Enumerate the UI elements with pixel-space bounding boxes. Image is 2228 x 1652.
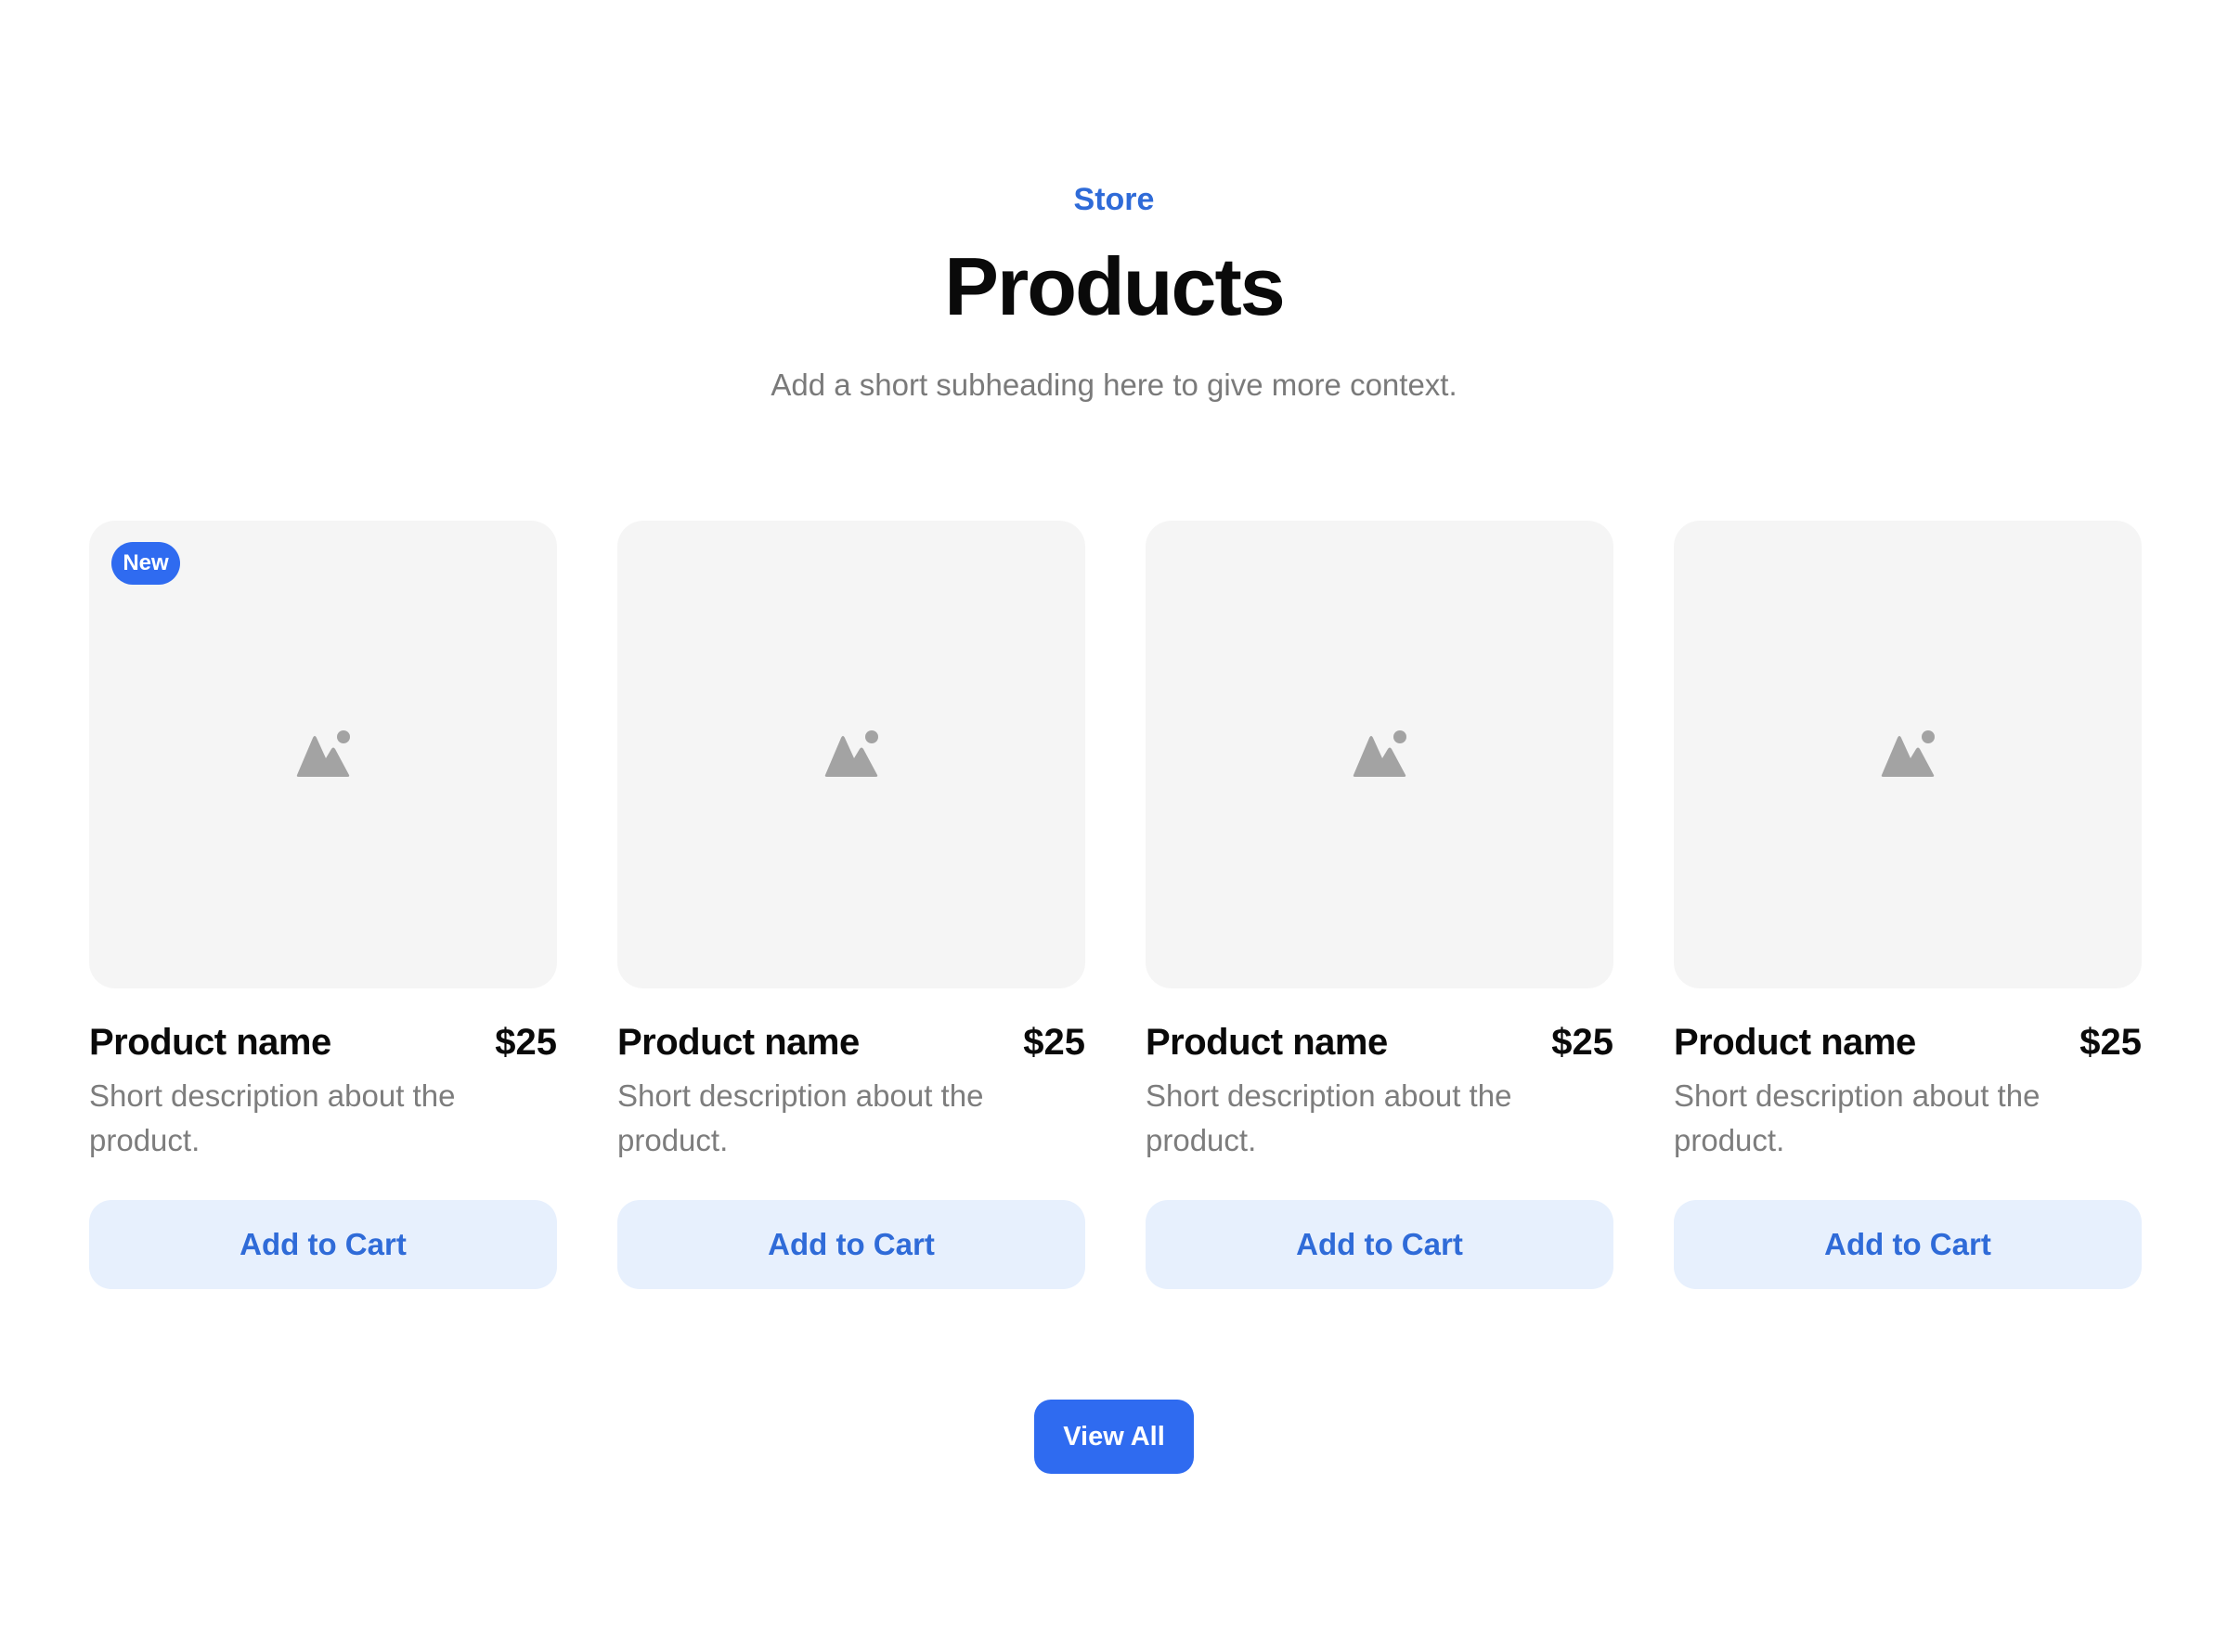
product-image[interactable] <box>617 521 1085 988</box>
section-header: Store Products Add a short subheading he… <box>0 176 2228 408</box>
page-subtitle: Add a short subheading here to give more… <box>771 368 1457 402</box>
products-section: Store Products Add a short subheading he… <box>0 0 2228 1652</box>
product-card: Product name $25 Short description about… <box>1674 521 2142 1289</box>
product-price: $25 <box>2079 1022 2142 1063</box>
image-placeholder-icon <box>296 730 350 777</box>
product-name[interactable]: Product name <box>1674 1016 1916 1068</box>
product-image[interactable] <box>1146 521 1613 988</box>
product-name[interactable]: Product name <box>89 1016 331 1068</box>
product-image[interactable]: New <box>89 521 557 988</box>
add-to-cart-button[interactable]: Add to Cart <box>1146 1200 1613 1289</box>
product-grid: New Product name $25 Short description a… <box>89 521 2142 1289</box>
product-title-row: Product name $25 <box>1146 1016 1613 1068</box>
product-price: $25 <box>1551 1022 1613 1063</box>
product-card: Product name $25 Short description about… <box>1146 521 1613 1289</box>
add-to-cart-button[interactable]: Add to Cart <box>89 1200 557 1289</box>
product-name[interactable]: Product name <box>1146 1016 1388 1068</box>
product-title-row: Product name $25 <box>617 1016 1085 1068</box>
product-name[interactable]: Product name <box>617 1016 860 1068</box>
product-price: $25 <box>495 1022 557 1063</box>
product-card: New Product name $25 Short description a… <box>89 521 557 1289</box>
product-card: Product name $25 Short description about… <box>617 521 1085 1289</box>
new-badge: New <box>111 542 180 585</box>
product-image[interactable] <box>1674 521 2142 988</box>
product-title-row: Product name $25 <box>1674 1016 2142 1068</box>
eyebrow-label: Store <box>1073 182 1155 217</box>
product-description: Short description about the product. <box>89 1078 456 1157</box>
product-description: Short description about the product. <box>1674 1078 2040 1157</box>
image-placeholder-icon <box>1881 730 1935 777</box>
product-title-row: Product name $25 <box>89 1016 557 1068</box>
image-placeholder-icon <box>1353 730 1406 777</box>
add-to-cart-button[interactable]: Add to Cart <box>1674 1200 2142 1289</box>
product-description: Short description about the product. <box>1146 1078 1512 1157</box>
add-to-cart-button[interactable]: Add to Cart <box>617 1200 1085 1289</box>
image-placeholder-icon <box>824 730 878 777</box>
view-all-button[interactable]: View All <box>1034 1400 1194 1474</box>
product-price: $25 <box>1023 1022 1085 1063</box>
product-description: Short description about the product. <box>617 1078 984 1157</box>
page-title: Products <box>944 240 1285 332</box>
